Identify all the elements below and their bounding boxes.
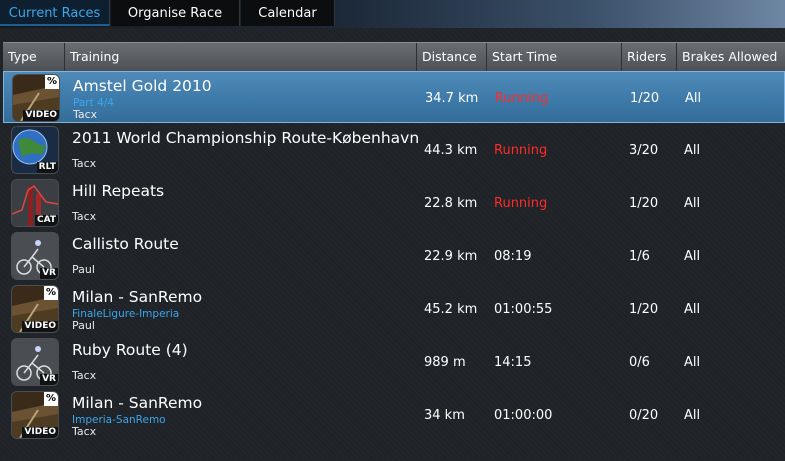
brakes-value: All [684, 302, 701, 317]
riders-value: 1/20 [629, 196, 659, 211]
column-header-distance[interactable]: Distance [417, 43, 487, 71]
start-time-value: Running [494, 196, 548, 211]
tab-current-races[interactable]: Current Races [0, 0, 110, 26]
distance-value: 34 km [424, 408, 465, 423]
tab-bar: Current Races Organise Race Calendar [0, 0, 785, 28]
start-time-value: 14:15 [494, 355, 532, 370]
table-row[interactable]: % VIDEO Milan - SanRemo FinaleLigure-Imperi… [3, 283, 785, 335]
table-row[interactable]: VR Ruby Route (4) Tacx 989 m 14:15 0/6 All [3, 336, 785, 388]
race-title: Amstel Gold 2010 [73, 77, 212, 95]
type-label: RLT [36, 162, 58, 173]
race-title: Milan - SanRemo [72, 288, 203, 306]
start-time-value: 01:00:55 [494, 302, 553, 317]
percent-badge-icon: % [44, 392, 58, 406]
column-header-training[interactable]: Training [65, 43, 417, 71]
distance-value: 44.3 km [424, 143, 478, 158]
distance-value: 45.2 km [424, 302, 478, 317]
riders-value: 0/6 [629, 355, 650, 370]
start-time-value: 08:19 [494, 249, 532, 264]
type-label: VR [40, 268, 58, 279]
riders-value: 1/20 [630, 91, 660, 106]
riders-value: 3/20 [629, 143, 659, 158]
cyclist-icon: VR [12, 233, 58, 279]
start-time-value: Running [495, 91, 549, 106]
brakes-value: All [684, 143, 701, 158]
video-landscape-icon: % VIDEO [12, 286, 58, 332]
column-header-type[interactable]: Type [3, 43, 65, 71]
start-time-value: 01:00:00 [494, 408, 553, 423]
brakes-value: All [684, 249, 701, 264]
race-title: Hill Repeats [72, 182, 165, 200]
table-row[interactable]: RLT 2011 World Championship Route-Københa… [3, 124, 785, 176]
riders-value: 0/20 [629, 408, 659, 423]
video-landscape-icon: % VIDEO [12, 392, 58, 438]
table-row[interactable]: VR Callisto Route Paul 22.9 km 08:19 1/6 All [3, 230, 785, 282]
riders-value: 1/20 [629, 302, 659, 317]
table-row[interactable]: CAT Hill Repeats Tacx 22.8 km Running 1/20 All [3, 177, 785, 229]
race-owner: Tacx [72, 210, 97, 223]
start-time-value: Running [494, 143, 548, 158]
type-label: VIDEO [23, 110, 59, 121]
race-title: 2011 World Championship Route-København [72, 129, 420, 147]
distance-value: 34.7 km [425, 91, 479, 106]
distance-value: 22.8 km [424, 196, 478, 211]
type-label: VIDEO [22, 321, 58, 332]
race-owner: Tacx [72, 425, 97, 438]
globe-icon: RLT [12, 127, 58, 173]
type-label: VR [40, 374, 58, 385]
percent-badge-icon: % [44, 286, 58, 300]
table-row[interactable]: % VIDEO Amstel Gold 2010 Part 4/4 Tacx 34.7 k… [3, 71, 785, 123]
race-title: Ruby Route (4) [72, 341, 188, 359]
distance-value: 22.9 km [424, 249, 478, 264]
brakes-value: All [684, 196, 701, 211]
race-owner: Tacx [72, 157, 97, 170]
table-header: Type Training Distance Start Time Riders… [3, 42, 785, 71]
race-title: Milan - SanRemo [72, 394, 203, 412]
type-label: CAT [34, 215, 58, 226]
brakes-value: All [684, 355, 701, 370]
tab-organise-race[interactable]: Organise Race [111, 0, 240, 26]
brakes-value: All [685, 91, 702, 106]
column-header-start-time[interactable]: Start Time [487, 43, 622, 71]
distance-value: 989 m [424, 355, 466, 370]
cyclist-icon: VR [12, 339, 58, 385]
column-header-riders[interactable]: Riders [622, 43, 677, 71]
races-table: Type Training Distance Start Time Riders… [0, 28, 785, 461]
slope-chart-icon: CAT [12, 180, 58, 226]
race-owner: Paul [72, 319, 95, 332]
brakes-value: All [684, 408, 701, 423]
tab-calendar[interactable]: Calendar [241, 0, 335, 26]
race-owner: Tacx [73, 108, 98, 121]
riders-value: 1/6 [629, 249, 650, 264]
video-landscape-icon: % VIDEO [13, 75, 59, 121]
race-owner: Paul [72, 263, 95, 276]
race-owner: Tacx [72, 369, 97, 382]
type-label: VIDEO [22, 427, 58, 438]
race-title: Callisto Route [72, 235, 179, 253]
column-header-brakes-allowed[interactable]: Brakes Allowed [677, 43, 785, 71]
percent-badge-icon: % [45, 75, 59, 89]
table-row[interactable]: % VIDEO Milan - SanRemo Imperia-SanRemo Tacx… [3, 389, 785, 441]
